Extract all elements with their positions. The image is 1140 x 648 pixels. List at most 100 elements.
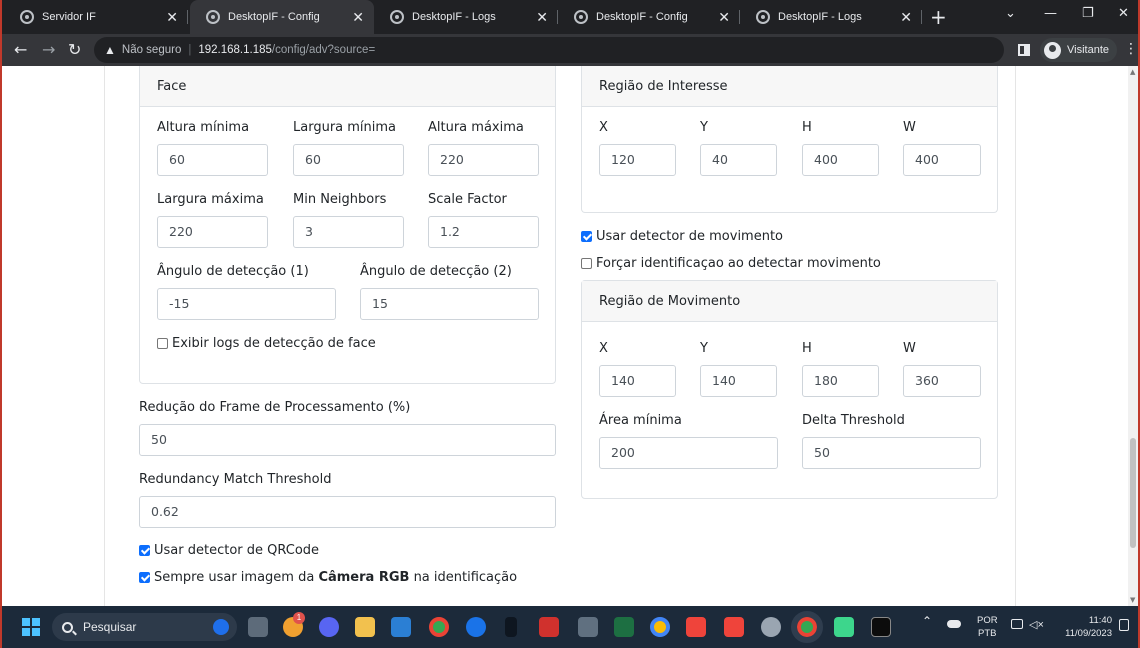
widgets-icon[interactable] — [248, 617, 268, 637]
phone-icon[interactable] — [505, 617, 517, 637]
regiao-interesse-header: Região de Interesse — [582, 66, 997, 107]
chrome-active-icon[interactable] — [791, 611, 823, 643]
checkbox-icon[interactable] — [157, 338, 168, 349]
close-tab-icon[interactable]: ✕ — [536, 9, 548, 25]
delta-threshold-input[interactable]: 50 — [802, 437, 981, 469]
rm-y-input[interactable]: 140 — [700, 365, 777, 397]
largura-maxima-input[interactable]: 220 — [157, 216, 268, 248]
network-icon[interactable] — [1011, 619, 1023, 629]
tab-search-icon[interactable]: ⌄ — [1005, 6, 1016, 21]
volume-muted-icon[interactable]: ◁× — [1029, 618, 1044, 631]
rm-h-input[interactable]: 180 — [802, 365, 879, 397]
ri-w-label: W — [903, 120, 916, 135]
restore-button[interactable]: ❐ — [1082, 6, 1094, 21]
power-automate-icon[interactable] — [834, 617, 854, 637]
rm-w-input[interactable]: 360 — [903, 365, 981, 397]
angulo-1-input[interactable]: -15 — [157, 288, 336, 320]
altura-maxima-input[interactable]: 220 — [428, 144, 539, 176]
checkbox-checked-icon[interactable] — [139, 545, 150, 556]
file-explorer-icon[interactable] — [355, 617, 375, 637]
notification-center-icon[interactable] — [1119, 619, 1129, 631]
min-neighbors-input[interactable]: 3 — [293, 216, 404, 248]
exibir-logs-label: Exibir logs de detecção de face — [172, 336, 376, 351]
rm-x-input[interactable]: 140 — [599, 365, 676, 397]
url-host: 192.168.1.185 — [198, 44, 272, 56]
largura-minima-label: Largura mínima — [293, 120, 397, 135]
chrome-icon[interactable] — [429, 617, 449, 637]
system-clock[interactable]: 11:40 11/09/2023 — [1058, 614, 1112, 640]
page-viewport: Face Altura mínima 60 Largura mínima 60 … — [2, 66, 1128, 606]
close-window-button[interactable]: ✕ — [1118, 6, 1129, 21]
area-minima-input[interactable]: 200 — [599, 437, 778, 469]
forcar-identificacao-checkbox[interactable]: Forçar identificaçao ao detectar movimen… — [581, 256, 881, 271]
anydesk-alt-icon[interactable] — [724, 617, 744, 637]
bing-icon[interactable] — [213, 619, 229, 635]
close-tab-icon[interactable]: ✕ — [900, 9, 912, 25]
new-tab-button[interactable]: + — [930, 6, 947, 28]
ri-y-label: Y — [700, 120, 708, 135]
ri-h-input[interactable]: 400 — [802, 144, 879, 176]
warning-icon[interactable]: ▲ — [104, 43, 116, 57]
scroll-up-icon[interactable]: ▲ — [1130, 68, 1135, 76]
address-bar[interactable]: ▲ Não seguro | 192.168.1.185/config/adv?… — [94, 37, 1004, 63]
checkbox-checked-icon[interactable] — [139, 572, 150, 583]
usar-detector-movimento-label: Usar detector de movimento — [596, 229, 784, 244]
side-panel-icon[interactable] — [1018, 44, 1030, 56]
tab-desktopif-logs-2[interactable]: DesktopIF - Logs ✕ — [740, 0, 922, 34]
redundancy-input[interactable]: 0.62 — [139, 496, 556, 528]
close-tab-icon[interactable]: ✕ — [718, 9, 730, 25]
usar-qrcode-checkbox[interactable]: Usar detector de QRCode — [139, 543, 319, 558]
snipping-tool-icon[interactable] — [391, 617, 411, 637]
checkbox-checked-icon[interactable] — [581, 231, 592, 242]
back-arrow-icon[interactable]: ← — [14, 39, 27, 61]
largura-minima-input[interactable]: 60 — [293, 144, 404, 176]
windows-start-icon[interactable] — [22, 618, 40, 636]
exibir-logs-checkbox[interactable]: Exibir logs de detecção de face — [157, 336, 376, 351]
scroll-down-icon[interactable]: ▼ — [1130, 596, 1135, 604]
altura-minima-input[interactable]: 60 — [157, 144, 268, 176]
evo-icon[interactable] — [539, 617, 559, 637]
taskbar-search[interactable]: Pesquisar — [52, 613, 237, 641]
teamviewer-icon[interactable] — [466, 617, 486, 637]
tab-desktopif-config-active[interactable]: DesktopIF - Config ✕ — [190, 0, 374, 34]
angulo-2-input[interactable]: 15 — [360, 288, 539, 320]
checkbox-icon[interactable] — [581, 258, 592, 269]
url-path: /config/adv?source= — [271, 44, 376, 56]
scrollbar-thumb[interactable] — [1130, 438, 1136, 548]
calculator-icon[interactable] — [578, 617, 598, 637]
tab-desktopif-config-2[interactable]: DesktopIF - Config ✕ — [558, 0, 740, 34]
minimize-button[interactable]: — — [1044, 6, 1057, 21]
tray-chevron-icon[interactable]: ⌃ — [922, 614, 932, 628]
camera-rgb-checkbox[interactable]: Sempre usar imagem da Câmera RGB na iden… — [139, 570, 517, 585]
menu-icon[interactable]: ⋮ — [1124, 41, 1138, 57]
close-tab-icon[interactable]: ✕ — [166, 9, 178, 25]
ri-y-input[interactable]: 40 — [700, 144, 777, 176]
chrome-dev-icon[interactable] — [650, 617, 670, 637]
profile-button[interactable]: Visitante — [1040, 38, 1117, 62]
tab-servidor-if[interactable]: Servidor IF ✕ — [4, 0, 188, 34]
close-tab-icon[interactable]: ✕ — [352, 9, 364, 25]
usar-detector-movimento-checkbox[interactable]: Usar detector de movimento — [581, 229, 783, 244]
anydesk-icon[interactable] — [686, 617, 706, 637]
ri-w-input[interactable]: 400 — [903, 144, 981, 176]
vertical-scrollbar[interactable]: ▲ ▼ — [1128, 66, 1138, 606]
excel-icon[interactable] — [614, 617, 634, 637]
discord-icon[interactable] — [319, 617, 339, 637]
reload-icon[interactable]: ↻ — [68, 39, 81, 61]
scale-factor-input[interactable]: 1.2 — [428, 216, 539, 248]
tab-title: DesktopIF - Config — [228, 11, 320, 23]
tab-strip: Servidor IF ✕ DesktopIF - Config ✕ Deskt… — [2, 0, 1138, 34]
forward-arrow-icon[interactable]: → — [42, 39, 55, 61]
reducao-frame-input[interactable]: 50 — [139, 424, 556, 456]
onedrive-icon[interactable] — [947, 620, 961, 628]
tab-desktopif-logs[interactable]: DesktopIF - Logs ✕ — [374, 0, 558, 34]
language-indicator[interactable]: POR PTB — [977, 614, 998, 640]
container-edge-left — [104, 66, 105, 606]
security-label[interactable]: Não seguro — [122, 44, 181, 56]
globe-icon — [390, 10, 404, 24]
settings-icon[interactable] — [761, 617, 781, 637]
ri-x-input[interactable]: 120 — [599, 144, 676, 176]
terminal-icon[interactable] — [871, 617, 891, 637]
rm-y-label: Y — [700, 341, 708, 356]
globe-icon — [756, 10, 770, 24]
